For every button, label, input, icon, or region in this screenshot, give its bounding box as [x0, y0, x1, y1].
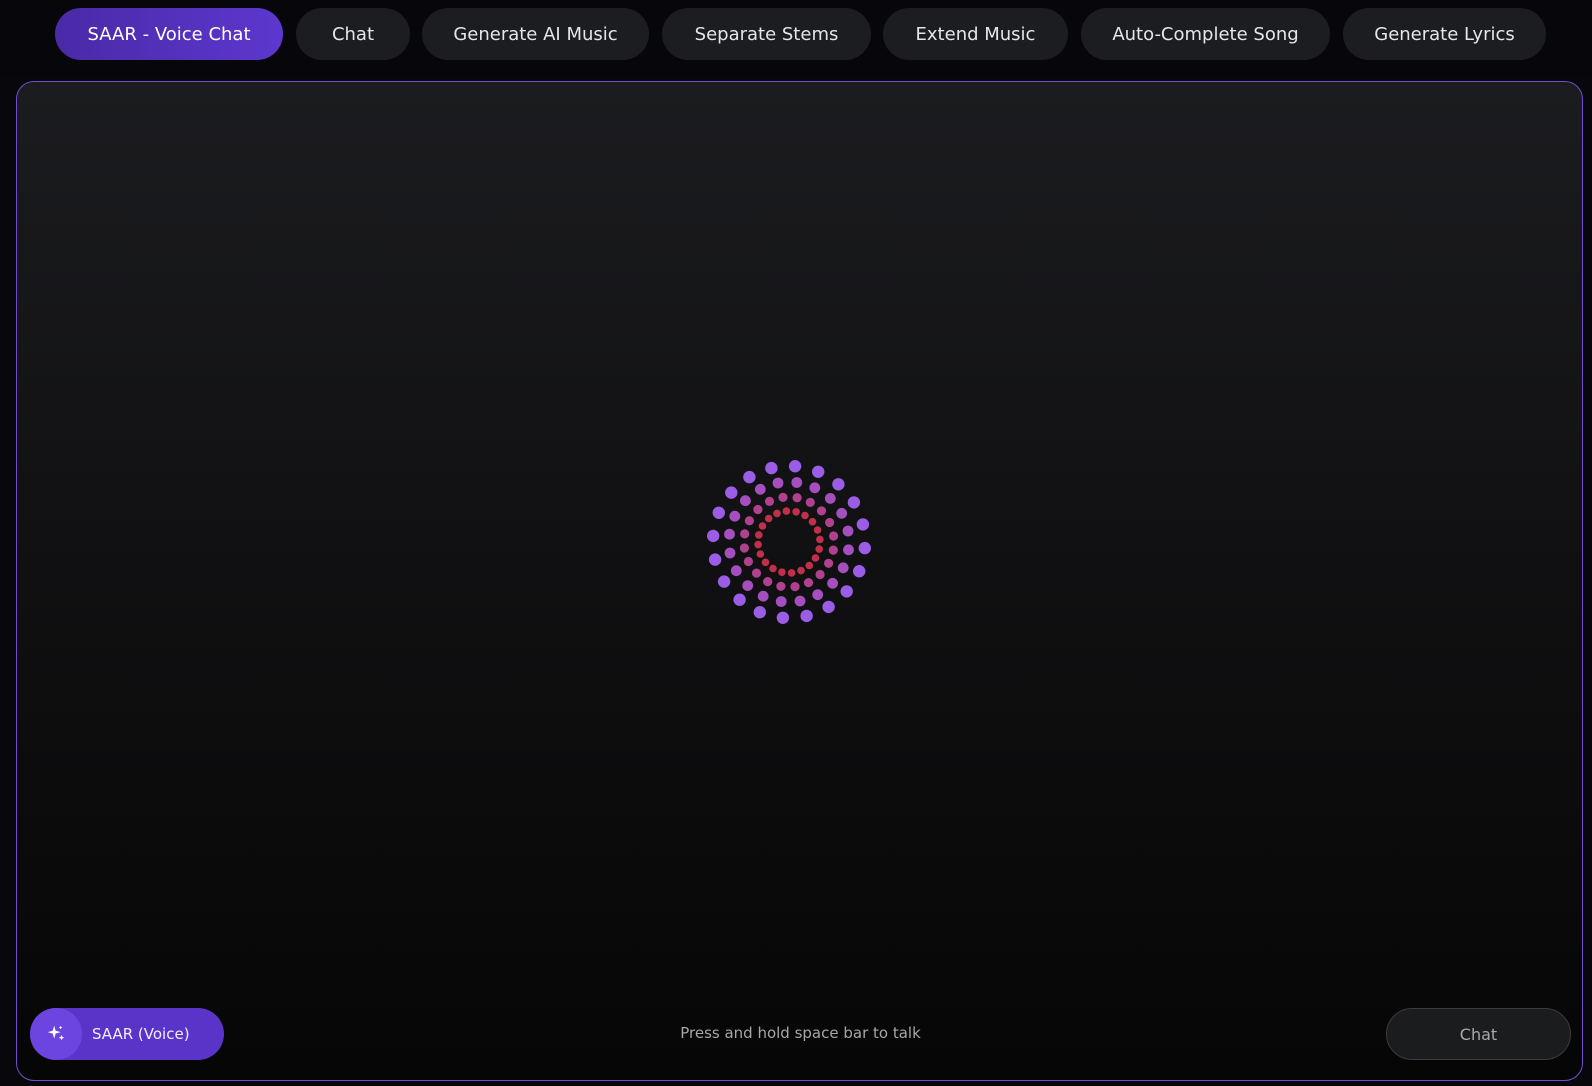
visualizer-dot [772, 477, 784, 489]
visualizer-dot [816, 506, 827, 516]
visualizer-dot [813, 526, 822, 534]
visualizer-dot [824, 558, 834, 568]
visualizer-dot [791, 477, 803, 488]
visualizer-dot [840, 585, 853, 598]
visualizer-dot [797, 566, 805, 575]
visualizer-dot [811, 554, 820, 562]
visualizer-dot [744, 516, 755, 526]
visualizer-dot [717, 575, 731, 588]
visualizer-dot [742, 580, 754, 591]
visualizer-dot [788, 460, 802, 473]
visualizer-dot [803, 578, 814, 588]
visualizer-dot [756, 550, 765, 558]
visualizer-dot [837, 562, 849, 574]
visualizer-dot [825, 517, 835, 528]
visualizer-dot [743, 556, 754, 567]
visualizer-dot [827, 577, 838, 589]
visualizer-dot [751, 568, 762, 578]
visualizer-dot [794, 595, 806, 607]
visualizer-dot [739, 543, 750, 553]
visualizer-dot [712, 506, 725, 519]
visualizer-dot [740, 495, 751, 507]
visualizer-dot [792, 508, 800, 516]
visualizer-dot [757, 590, 769, 602]
visualizer-dot [764, 496, 775, 506]
visualizer-dot [753, 606, 766, 619]
visualizer-dot [761, 558, 770, 567]
visualizer-dot [763, 577, 773, 587]
visualizer-dot [812, 589, 824, 601]
chat-button[interactable]: Chat [1386, 1008, 1571, 1060]
visualizer-dot [743, 470, 756, 484]
visualizer-dot [725, 486, 738, 499]
visualizer-dot [778, 492, 788, 502]
visualizer-dot [856, 518, 870, 531]
visualizer-dot [778, 568, 786, 576]
tab-auto-complete-song[interactable]: Auto-Complete Song [1081, 8, 1330, 60]
visualizer-dot [764, 514, 773, 523]
visualizer-dot [836, 507, 848, 519]
visualizer-dot [733, 593, 746, 606]
visualizer-dot [724, 528, 735, 540]
visualizer-dot [755, 531, 763, 539]
tab-generate-ai-music[interactable]: Generate AI Music [422, 8, 649, 60]
visualizer-dot [775, 596, 787, 607]
visualizer-dot [801, 511, 809, 520]
tab-chat[interactable]: Chat [296, 8, 410, 60]
visualizer-dot [754, 483, 766, 495]
visualizer-dot [805, 497, 815, 507]
visualizer-dot [800, 609, 813, 623]
voice-chat-panel: SAAR (Voice) Press and hold space bar to… [16, 81, 1583, 1081]
visualizer-dot [787, 569, 796, 577]
visualizer-dot [858, 541, 871, 555]
top-navigation: SAAR - Voice Chat Chat Generate AI Music… [0, 0, 1592, 78]
visualizer-dot [843, 544, 854, 556]
visualizer-dot [758, 522, 767, 530]
visualizer-dot [708, 553, 722, 566]
visualizer-dot [805, 561, 814, 570]
visualizer-dot [776, 581, 786, 591]
visualizer-dot [832, 478, 845, 491]
visualizer-dot [765, 461, 778, 475]
tab-generate-lyrics[interactable]: Generate Lyrics [1343, 8, 1546, 60]
visualizer-dot [812, 465, 825, 478]
voice-orb-visualizer [707, 460, 871, 624]
visualizer-dot [707, 529, 720, 543]
visualizer-dot [842, 525, 854, 537]
tab-saar-voice-chat[interactable]: SAAR - Voice Chat [55, 8, 283, 60]
tab-separate-stems[interactable]: Separate Stems [662, 8, 871, 60]
visualizer-dot [822, 600, 835, 614]
visualizer-dot [790, 582, 800, 592]
visualizer-dot [776, 611, 790, 624]
visualizer-dot [853, 565, 866, 578]
visualizer-dot [828, 545, 838, 555]
visualizer-dot [809, 482, 821, 494]
tab-extend-music[interactable]: Extend Music [883, 8, 1068, 60]
visualizer-dot [847, 496, 861, 509]
visualizer-dot [724, 547, 736, 559]
visualizer-dot [816, 535, 824, 544]
visualizer-dot [815, 545, 823, 553]
visualizer-dot [740, 529, 750, 539]
visualizer-dot [808, 517, 817, 526]
visualizer-dot [773, 509, 781, 518]
talk-hint: Press and hold space bar to talk [680, 1024, 921, 1042]
visualizer-dot [729, 510, 741, 522]
visualizer-dot [782, 507, 791, 515]
visualizer-dot [829, 531, 839, 541]
visualizer-dot [815, 569, 825, 580]
visualizer-dot [792, 493, 802, 503]
visualizer-dot [824, 493, 836, 504]
visualizer-dot [769, 564, 777, 573]
visualizer-dot [754, 540, 762, 549]
visualizer-dot [730, 565, 742, 577]
visualizer-dot [753, 504, 763, 515]
